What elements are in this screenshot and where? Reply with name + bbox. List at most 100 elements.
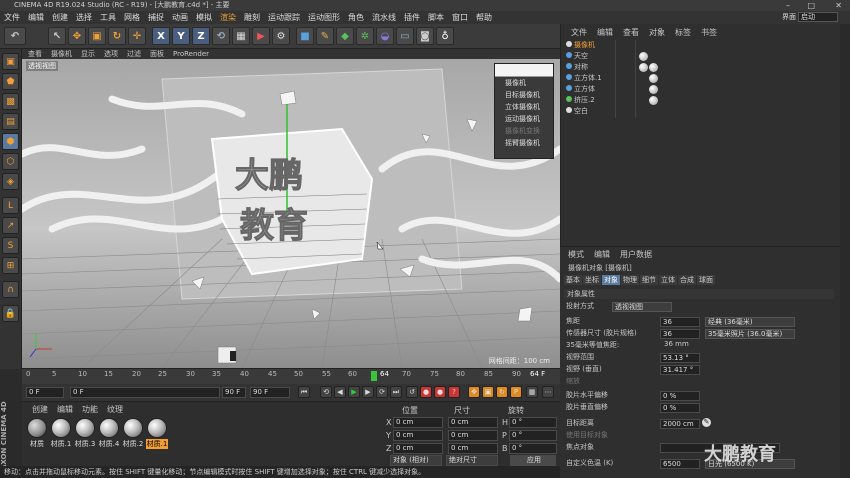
deformer-icon[interactable]: ◒	[376, 27, 394, 45]
select-cursor-icon[interactable]: ↖	[48, 27, 66, 45]
texture-mode-icon[interactable]: ▩	[2, 93, 19, 110]
size-z-field[interactable]: 0 cm	[448, 443, 498, 454]
layout-dropdown[interactable]: 启动	[798, 12, 838, 22]
object-row[interactable]: 天空	[566, 51, 588, 62]
timeline-menu-icon[interactable]: ⋯	[542, 386, 554, 398]
focal-length-field[interactable]: 36	[660, 317, 700, 327]
color-temp-field[interactable]: 6500	[660, 459, 700, 469]
rotate-icon[interactable]: ↻	[108, 27, 126, 45]
viewport-menu-view[interactable]: 查看	[28, 49, 42, 59]
tab-object[interactable]: 对象	[602, 275, 620, 285]
sensor-size-field[interactable]: 36	[660, 329, 700, 339]
viewport-menu-cameras[interactable]: 摄像机	[51, 49, 72, 59]
material-menu-create[interactable]: 创建	[32, 404, 48, 415]
tweak-mode-icon[interactable]: ↗	[2, 217, 19, 234]
key-scale-icon[interactable]: ▣	[482, 386, 494, 398]
size-y-field[interactable]: 0 cm	[448, 430, 498, 441]
prev-key-icon[interactable]: ⟲	[320, 386, 332, 398]
world-coords-icon[interactable]: ⟲	[212, 27, 230, 45]
film-v-offset-field[interactable]: 0 %	[660, 403, 700, 413]
tab-basic[interactable]: 基本	[564, 275, 582, 285]
snap-icon[interactable]: S	[2, 237, 19, 254]
tab-coord[interactable]: 坐标	[583, 275, 601, 285]
viewport-menu-prorender[interactable]: ProRender	[173, 50, 209, 58]
menu-simulate[interactable]: 模拟	[196, 12, 212, 23]
workplane-icon[interactable]: ▤	[2, 113, 19, 130]
points-mode-icon[interactable]: ⬢	[2, 133, 19, 150]
prev-frame-icon[interactable]: ◀	[334, 386, 346, 398]
position-y-field[interactable]: 0 cm	[393, 430, 443, 441]
rotation-p-field[interactable]: 0 °	[509, 430, 557, 441]
material-tag-icon[interactable]	[649, 96, 658, 105]
scale-icon[interactable]: ▣	[88, 27, 106, 45]
workplane-snap-icon[interactable]: ⊞	[2, 257, 19, 274]
obj-menu-tags[interactable]: 标签	[675, 27, 691, 38]
focal-preset-dropdown[interactable]: 经典 (36毫米)	[705, 317, 795, 327]
material-menu-function[interactable]: 功能	[82, 404, 98, 415]
rotation-b-field[interactable]: 0 °	[509, 443, 557, 454]
material-swatch[interactable]: 材质	[26, 418, 48, 449]
fov-field[interactable]: 53.13 °	[660, 353, 700, 363]
material-menu-texture[interactable]: 纹理	[107, 404, 123, 415]
menu-help[interactable]: 帮助	[476, 12, 492, 23]
object-row[interactable]: 立方体	[566, 84, 595, 95]
key-param-icon[interactable]: P	[510, 386, 522, 398]
attr-menu-edit[interactable]: 编辑	[594, 249, 610, 260]
obj-menu-bookmarks[interactable]: 书签	[701, 27, 717, 38]
camera-tool-icon[interactable]: ◙	[416, 27, 434, 45]
record-icon[interactable]: ●	[420, 386, 432, 398]
material-tag-icon[interactable]	[649, 74, 658, 83]
menu-mesh[interactable]: 网格	[124, 12, 140, 23]
timeline-ruler[interactable]: 0 5 10 15 20 25 30 35 40 45 50 55 60 64 …	[22, 368, 560, 384]
x-axis-lock-button[interactable]: X	[152, 27, 170, 45]
end-frame-field[interactable]: 90 F	[250, 387, 290, 398]
key-rotation-icon[interactable]: ↻	[496, 386, 508, 398]
minimize-button[interactable]: –	[786, 0, 790, 11]
menu-character[interactable]: 角色	[348, 12, 364, 23]
key-position-icon[interactable]: ✥	[468, 386, 480, 398]
obj-menu-objects[interactable]: 对象	[649, 27, 665, 38]
size-mode-dropdown[interactable]: 绝对尺寸	[446, 455, 498, 466]
menu-item-target-camera[interactable]: 目标摄像机	[495, 89, 553, 101]
auto-key-icon[interactable]: ●	[434, 386, 446, 398]
viewport-menu-filter[interactable]: 过滤	[127, 49, 141, 59]
menu-motion-tracking[interactable]: 运动跟踪	[268, 12, 300, 23]
material-tag-icon[interactable]	[639, 63, 648, 72]
position-z-field[interactable]: 0 cm	[393, 443, 443, 454]
target-distance-field[interactable]: 2000 cm	[660, 419, 700, 429]
keyframe-selection-icon[interactable]: ?	[448, 386, 460, 398]
object-row[interactable]: 对称	[566, 62, 588, 73]
position-x-field[interactable]: 0 cm	[393, 417, 443, 428]
move-icon[interactable]: ✥	[68, 27, 86, 45]
material-menu-edit[interactable]: 编辑	[57, 404, 73, 415]
pen-spline-icon[interactable]: ✎	[316, 27, 334, 45]
tab-spherical[interactable]: 球面	[697, 275, 715, 285]
material-swatch[interactable]: 材质.4	[98, 418, 120, 449]
play-icon[interactable]: ▶	[348, 386, 360, 398]
render-picture-viewer-icon[interactable]: ▶	[252, 27, 270, 45]
menu-tools[interactable]: 工具	[100, 12, 116, 23]
3d-viewport[interactable]: 大鹏 教育 网格间距：100 cm	[22, 59, 560, 368]
material-tag-icon[interactable]	[649, 63, 658, 72]
menu-create[interactable]: 创建	[52, 12, 68, 23]
menu-script[interactable]: 脚本	[428, 12, 444, 23]
projection-dropdown[interactable]: 透视视图	[612, 302, 672, 312]
object-row-selected[interactable]: 摄像机	[566, 40, 595, 51]
menu-plugins[interactable]: 插件	[404, 12, 420, 23]
fov-vertical-field[interactable]: 31.417 °	[660, 365, 700, 375]
goto-end-icon[interactable]: ⏭	[390, 386, 402, 398]
edges-mode-icon[interactable]: ⬡	[2, 153, 19, 170]
material-swatch-selected[interactable]: 材质.1	[146, 418, 168, 449]
obj-menu-edit[interactable]: 编辑	[597, 27, 613, 38]
y-axis-lock-button[interactable]: Y	[172, 27, 190, 45]
menu-mograph[interactable]: 运动图形	[308, 12, 340, 23]
rotation-h-field[interactable]: 0 °	[509, 417, 557, 428]
menu-item-motion-camera[interactable]: 运动摄像机	[495, 113, 553, 125]
key-pla-icon[interactable]: ▦	[526, 386, 538, 398]
menu-animate[interactable]: 动画	[172, 12, 188, 23]
material-swatch[interactable]: 材质.1	[50, 418, 72, 449]
material-swatch[interactable]: 材质.2	[122, 418, 144, 449]
menu-pipeline[interactable]: 流水线	[372, 12, 396, 23]
next-key-icon[interactable]: ⟳	[376, 386, 388, 398]
material-tag-icon[interactable]	[639, 52, 648, 61]
